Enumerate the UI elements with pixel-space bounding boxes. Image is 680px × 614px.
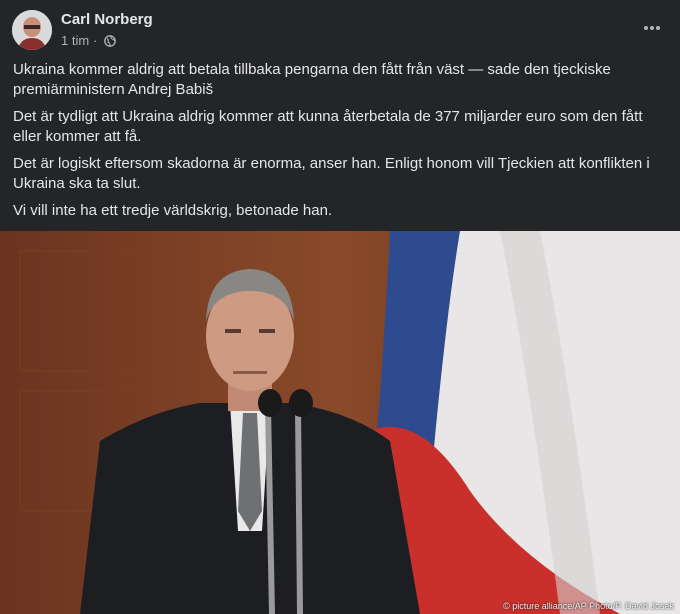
author-avatar[interactable] [12,10,52,50]
more-dots-icon [644,26,660,30]
post-time[interactable]: 1 tim [61,33,89,48]
more-options-button[interactable] [638,14,666,42]
photo-credit: © picture alliance/AP Photo/P. David Jos… [503,601,674,611]
post-photo[interactable]: © picture alliance/AP Photo/P. David Jos… [0,231,680,614]
post-paragraph-4: Vi vill inte ha ett tredje världskrig, b… [13,202,333,219]
post-paragraph-2: Det är tydligt att Ukraina aldrig kommer… [13,108,643,145]
meta-separator: · [93,33,98,48]
globe-icon [103,34,116,47]
post-paragraph-1: Ukraina kommer aldrig att betala tillbak… [13,61,611,98]
facebook-post: Carl Norberg 1 tim · Ukraina kommer aldr… [0,0,680,614]
photo-illustration [0,231,680,614]
post-header: Carl Norberg 1 tim · [0,0,680,56]
post-text: Ukraina kommer aldrig att betala tillbak… [13,60,653,228]
post-meta: 1 tim · [61,33,116,48]
author-name[interactable]: Carl Norberg [61,11,153,28]
avatar-image [12,10,52,50]
post-paragraph-3: Det är logiskt eftersom skadorna är enor… [13,155,650,192]
